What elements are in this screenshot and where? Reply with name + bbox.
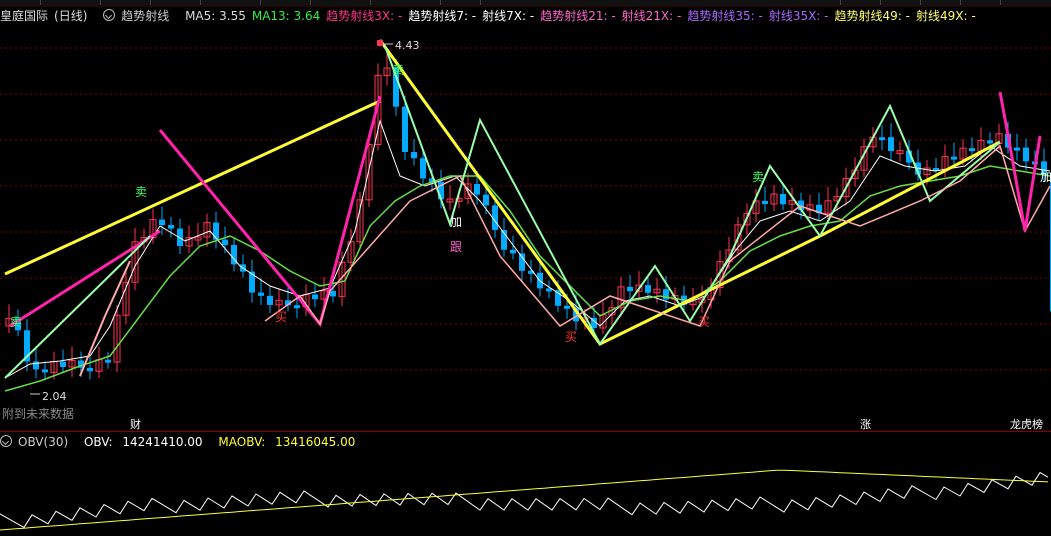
dropdown-circle-icon[interactable]	[0, 435, 12, 447]
future-data-note: 附到未来数据	[2, 407, 75, 421]
maobv-number: 13416045.00	[275, 435, 356, 449]
candle-down	[105, 359, 111, 363]
event-finance-label: 财	[130, 418, 141, 431]
candle-down	[969, 148, 975, 152]
legend-item: 趋势射线3X: -	[326, 9, 403, 23]
signal-glyph: 卖	[135, 185, 147, 199]
candle-down	[474, 184, 480, 195]
candle-down	[267, 295, 273, 305]
signal-glyph: 买	[565, 330, 577, 344]
high-marker	[377, 40, 383, 46]
legend-item: 射线7X: -	[482, 9, 535, 23]
obv-chart[interactable]	[0, 452, 1051, 536]
legend-item: 射线21X: -	[621, 9, 682, 23]
ma5-line	[4, 119, 1051, 379]
obv-name: OBV(30)	[18, 435, 69, 449]
candle-down	[402, 106, 408, 152]
symbol-name: 皇庭国际	[0, 9, 49, 23]
candle-down	[87, 367, 93, 372]
period-label: (日线)	[54, 9, 88, 23]
legend-item: MA13: 3.64	[251, 9, 321, 23]
maobv-line	[0, 469, 1049, 531]
signal-glyph: 买	[275, 310, 287, 324]
candle-down	[780, 194, 786, 205]
symbol-title[interactable]: 皇庭国际 (日线)	[0, 9, 97, 23]
candle-down	[60, 361, 66, 367]
signal-glyph: 加	[1040, 170, 1051, 184]
signal-glyph: 卖	[752, 170, 764, 184]
candle-down	[483, 194, 489, 206]
candle-down	[987, 140, 993, 144]
obv-selector[interactable]: OBV(30)	[0, 435, 74, 449]
trendline-49x	[378, 39, 1001, 346]
candle-down	[645, 285, 651, 293]
candle-down	[168, 225, 174, 229]
candle-down	[627, 286, 633, 292]
candle-down	[213, 222, 219, 240]
trendline-49	[4, 99, 381, 276]
legend-item: MA5: 3.55	[185, 9, 246, 23]
candle-down	[879, 137, 885, 141]
legend-items: MA5: 3.55 MA13: 3.64 趋势射线3X: - 趋势射线7: - 射线7X…	[185, 9, 982, 23]
signal-glyph: 卖	[392, 63, 404, 77]
candle-down	[222, 239, 228, 245]
event-dragon-tiger-label: 龙虎榜	[1010, 418, 1043, 431]
event-marker-dragon-tiger[interactable]: 龙虎榜	[1008, 418, 1045, 431]
signal-glyph: 跟	[450, 240, 462, 254]
obv-line	[0, 471, 1049, 529]
candlestick-chart[interactable]: 4.432.04卖卖卖卖买买买加跟加	[0, 26, 1051, 436]
candle-down	[1014, 147, 1020, 151]
candle-down	[951, 156, 957, 160]
obv-value: OBV: 14241410.00	[84, 435, 209, 449]
event-marker-limit-up[interactable]: 涨	[858, 418, 873, 431]
candle-down	[762, 201, 768, 204]
event-marker-finance[interactable]: 财	[128, 418, 143, 431]
signal-glyph: 买	[698, 315, 710, 329]
candle-down	[519, 253, 525, 271]
menu-strip[interactable]	[0, 0, 1051, 7]
obv-label: OBV:	[83, 435, 113, 449]
indicator-selector[interactable]: 趋势射线	[103, 9, 175, 23]
indicator-name: 趋势射线	[121, 9, 170, 23]
candle-down	[42, 369, 48, 373]
legend-item: 射线35X: -	[768, 9, 829, 23]
candle-down	[249, 271, 255, 293]
candle-down	[294, 305, 300, 309]
candle-down	[420, 158, 426, 179]
legend-item: 趋势射线49: -	[834, 9, 910, 23]
obv-legend: OBV(30) OBV: 14241410.00 MAOBV: 13416045…	[0, 434, 367, 450]
candle-down	[159, 219, 165, 225]
candle-down	[312, 294, 318, 300]
maobv-label: MAOBV:	[218, 435, 266, 449]
candle-down	[33, 361, 39, 370]
candle-down	[510, 249, 516, 254]
candle-down	[1023, 147, 1029, 162]
high-price-label: 4.43	[395, 39, 420, 52]
legend-item: 趋势射线35: -	[687, 9, 763, 23]
obv-number: 14241410.00	[122, 435, 203, 449]
maobv-value: MAOBV: 13416045.00	[218, 435, 361, 449]
signal-glyph: 卖	[10, 315, 22, 329]
candle-down	[888, 137, 894, 151]
candle-down	[564, 305, 570, 309]
panel-divider[interactable]	[0, 431, 1051, 432]
legend-item: 射线49X: -	[915, 9, 976, 23]
event-limit-up-label: 涨	[860, 418, 871, 431]
low-price-label: 2.04	[42, 390, 67, 403]
signal-glyph: 加	[450, 215, 462, 229]
trendline-21	[4, 235, 151, 379]
candle-down	[258, 292, 264, 296]
candle-down	[411, 152, 417, 159]
indicator-legend: 皇庭国际 (日线) 趋势射线 MA5: 3.55 MA13: 3.64 趋势射线3X:…	[0, 8, 988, 24]
dropdown-circle-icon[interactable]	[103, 9, 116, 21]
candle-down	[330, 290, 336, 297]
legend-item: 趋势射线21: -	[540, 9, 616, 23]
legend-item: 趋势射线7: -	[408, 9, 477, 23]
